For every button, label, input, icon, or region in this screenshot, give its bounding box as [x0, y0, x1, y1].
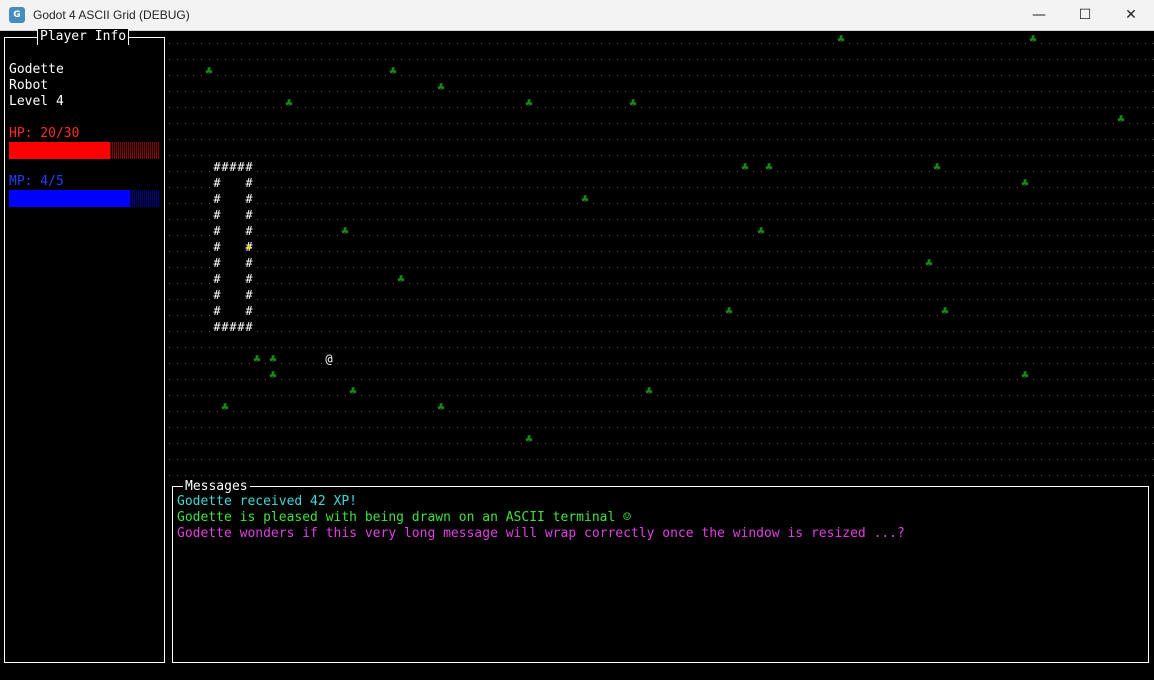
player-glyph: @ — [325, 352, 333, 366]
tree-glyph: ♣ — [253, 352, 261, 366]
wall-glyph: # — [213, 240, 221, 254]
wall-glyph: # — [229, 160, 237, 174]
message-line: Godette wonders if this very long messag… — [177, 526, 905, 541]
tree-glyph: ♣ — [269, 352, 277, 366]
close-button[interactable]: ✕ — [1108, 0, 1154, 31]
wall-glyph: # — [213, 208, 221, 222]
tree-glyph: ♣ — [397, 272, 405, 286]
tree-glyph: ♣ — [525, 96, 533, 110]
wall-glyph: # — [245, 224, 253, 238]
tree-glyph: ♣ — [757, 224, 765, 238]
tree-glyph: ♣ — [1029, 32, 1037, 46]
window-title: Godot 4 ASCII Grid (DEBUG) — [33, 8, 190, 22]
wall-glyph: # — [245, 256, 253, 270]
tree-glyph: ♣ — [285, 96, 293, 110]
tree-glyph: ♣ — [933, 160, 941, 174]
tree-glyph: ♣ — [437, 400, 445, 414]
tree-glyph: ♣ — [837, 32, 845, 46]
game-map[interactable]: ♣ ♣ ♣ ♣ ♣ ♣ ♣ ♣ ♣ ♣ ♣ ♣ ♣ ♣ ♣ ♣ ♣ ♣ ♣ ♣ ♣ ♣ ♣ ♣ ♣ ♣ ♣ ♣ ♣ # # # # # # # # # # #… — [165, 31, 1154, 486]
messages-title: Messages — [183, 479, 250, 495]
player-name: Godette — [9, 62, 64, 77]
tree-glyph: ♣ — [269, 368, 277, 382]
tree-glyph: ♣ — [341, 224, 349, 238]
tree-glyph: ♣ — [349, 384, 357, 398]
tree-glyph: ♣ — [645, 384, 653, 398]
tree-glyph: ♣ — [741, 160, 749, 174]
wall-glyph: # — [237, 320, 245, 334]
floor-dots — [169, 43, 1154, 476]
tree-glyph: ♣ — [525, 432, 533, 446]
tree-glyph: ♣ — [1021, 368, 1029, 382]
wall-glyph: # — [229, 320, 237, 334]
mp-label: MP: 4/5 — [9, 174, 64, 189]
wall-glyph: # — [245, 272, 253, 286]
wall-glyph: # — [245, 320, 253, 334]
wall-glyph: # — [213, 176, 221, 190]
mp-bar — [9, 190, 160, 207]
tree-glyph: ♣ — [581, 192, 589, 206]
hp-bar-fill — [9, 142, 110, 159]
player-class: Robot — [9, 78, 49, 93]
player-info-title: Player Info — [37, 29, 130, 45]
tree-glyph: ♣ — [205, 64, 213, 78]
wall-glyph: # — [221, 320, 229, 334]
tree-glyph: ♣ — [765, 160, 773, 174]
wall-glyph: # — [221, 160, 229, 174]
hp-label: HP: 20/30 — [9, 126, 80, 141]
wall-glyph: # — [213, 256, 221, 270]
item-glyph: + — [245, 240, 253, 254]
mp-bar-fill — [9, 190, 130, 207]
tree-glyph: ♣ — [941, 304, 949, 318]
wall-glyph: # — [245, 288, 253, 302]
message-line: Godette is pleased with being drawn on a… — [177, 510, 631, 525]
window-titlebar: G Godot 4 ASCII Grid (DEBUG) — ☐ ✕ — [0, 0, 1154, 31]
message-line: Godette received 42 XP! — [177, 494, 358, 509]
hp-bar-empty — [110, 142, 160, 159]
wall-glyph: # — [237, 160, 245, 174]
wall-glyph: # — [213, 272, 221, 286]
tree-glyph: ♣ — [437, 80, 445, 94]
wall-glyph: # — [213, 192, 221, 206]
tree-glyph: ♣ — [629, 96, 637, 110]
tree-glyph: ♣ — [925, 256, 933, 270]
mp-bar-empty — [130, 190, 160, 207]
wall-glyph: # — [245, 176, 253, 190]
wall-glyph: # — [245, 304, 253, 318]
tree-glyph: ♣ — [389, 64, 397, 78]
tree-glyph: ♣ — [1117, 112, 1125, 126]
maximize-button[interactable]: ☐ — [1062, 0, 1108, 31]
wall-glyph: # — [245, 208, 253, 222]
tree-glyph: ♣ — [1021, 176, 1029, 190]
wall-glyph: # — [213, 320, 221, 334]
tree-glyph: ♣ — [725, 304, 733, 318]
wall-glyph: # — [213, 160, 221, 174]
player-level: Level 4 — [9, 94, 64, 109]
hp-bar — [9, 142, 160, 159]
wall-glyph: # — [245, 160, 253, 174]
minimize-button[interactable]: — — [1016, 0, 1062, 31]
wall-glyph: # — [245, 192, 253, 206]
wall-glyph: # — [213, 224, 221, 238]
wall-glyph: # — [213, 288, 221, 302]
godot-icon: G — [9, 7, 25, 23]
tree-glyph: ♣ — [221, 400, 229, 414]
wall-glyph: # — [213, 304, 221, 318]
